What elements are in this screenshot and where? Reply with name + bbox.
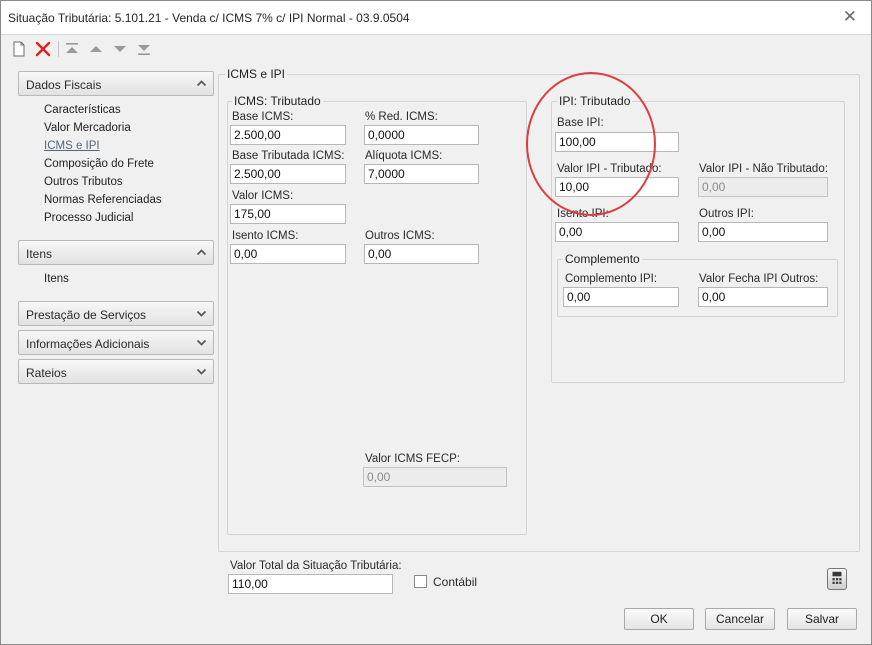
- aliquota-icms-label: Alíquota ICMS:: [365, 150, 443, 162]
- nav-item-outros-tributos[interactable]: Outros Tributos: [44, 176, 123, 188]
- valor-fecha-ipi-outros-input[interactable]: 0,00: [698, 287, 828, 307]
- nav-section-dados-fiscais[interactable]: Dados Fiscais: [18, 71, 214, 96]
- isento-ipi-input[interactable]: 0,00: [555, 222, 679, 242]
- nav-section-informacoes-adicionais[interactable]: Informações Adicionais: [18, 330, 214, 355]
- valor-ipi-nao-tributado-label: Valor IPI - Não Tributado:: [699, 163, 828, 175]
- nav-section-prestacao-servicos[interactable]: Prestação de Serviços: [18, 301, 214, 326]
- nav-section-label: Itens: [26, 247, 53, 261]
- new-document-icon[interactable]: [10, 40, 28, 58]
- chevron-up-icon: [196, 249, 207, 256]
- icms-ipi-group-title: ICMS e IPI: [225, 67, 288, 81]
- close-icon[interactable]: ✕: [843, 8, 857, 26]
- nav-item-composicao-frete[interactable]: Composição do Frete: [44, 158, 154, 170]
- title-bar: Situação Tributária: 5.101.21 - Venda c/…: [1, 1, 871, 34]
- nav-section-label: Rateios: [26, 366, 67, 380]
- icms-tributado-title: ICMS: Tributado: [232, 94, 323, 108]
- delete-icon[interactable]: [34, 40, 52, 58]
- chevron-down-icon: [196, 339, 207, 346]
- nav-item-caracteristicas[interactable]: Características: [44, 104, 121, 116]
- toolbar: [1, 34, 871, 62]
- valor-icms-fecp-input: 0,00: [363, 467, 507, 487]
- window-title: Situação Tributária: 5.101.21 - Venda c/…: [8, 11, 410, 25]
- outros-ipi-input[interactable]: 0,00: [698, 222, 828, 242]
- toolbar-separator: [58, 41, 59, 57]
- chevron-up-icon: [196, 80, 207, 87]
- valor-fecha-ipi-outros-label: Valor Fecha IPI Outros:: [699, 273, 819, 285]
- nav-section-itens[interactable]: Itens: [18, 240, 214, 265]
- nav-section-rateios[interactable]: Rateios: [18, 359, 214, 384]
- dialog-window: Situação Tributária: 5.101.21 - Venda c/…: [0, 0, 872, 645]
- valor-icms-label: Valor ICMS:: [232, 190, 294, 202]
- move-up-icon[interactable]: [87, 40, 105, 58]
- base-icms-input[interactable]: 2.500,00: [230, 125, 346, 145]
- move-down-icon[interactable]: [111, 40, 129, 58]
- cancel-button[interactable]: Cancelar: [705, 608, 775, 630]
- valor-icms-fecp-label: Valor ICMS FECP:: [365, 453, 460, 465]
- nav-section-label: Informações Adicionais: [26, 337, 150, 351]
- aliquota-icms-input[interactable]: 7,0000: [364, 164, 479, 184]
- nav-item-itens[interactable]: Itens: [44, 273, 69, 285]
- base-icms-label: Base ICMS:: [232, 111, 294, 123]
- move-first-icon[interactable]: [63, 40, 81, 58]
- contabil-checkbox[interactable]: [414, 575, 427, 588]
- chevron-down-icon: [196, 310, 207, 317]
- base-tributada-icms-label: Base Tributada ICMS:: [232, 150, 345, 162]
- nav-item-processo-judicial[interactable]: Processo Judicial: [44, 212, 133, 224]
- outros-icms-input[interactable]: 0,00: [364, 244, 479, 264]
- base-tributada-icms-input[interactable]: 2.500,00: [230, 164, 346, 184]
- complemento-title: Complemento: [563, 252, 642, 266]
- nav-section-label: Prestação de Serviços: [26, 308, 147, 322]
- nav-item-valor-mercadoria[interactable]: Valor Mercadoria: [44, 122, 131, 134]
- isento-icms-label: Isento ICMS:: [232, 230, 299, 242]
- isento-icms-input[interactable]: 0,00: [230, 244, 346, 264]
- ok-button[interactable]: OK: [624, 608, 694, 630]
- valor-ipi-nao-tributado-input: 0,00: [698, 177, 828, 197]
- chevron-down-icon: [196, 368, 207, 375]
- valor-total-label: Valor Total da Situação Tributária:: [230, 560, 402, 572]
- annotation-circle: [526, 72, 656, 216]
- save-button[interactable]: Salvar: [787, 608, 857, 630]
- move-last-icon[interactable]: [135, 40, 153, 58]
- contabil-label: Contábil: [433, 575, 478, 589]
- complemento-ipi-input[interactable]: 0,00: [563, 287, 679, 307]
- nav-item-icms-ipi[interactable]: ICMS e IPI: [44, 140, 100, 152]
- nav-section-label: Dados Fiscais: [26, 78, 102, 92]
- calculator-icon[interactable]: [827, 568, 847, 590]
- red-icms-input[interactable]: 0,0000: [364, 125, 479, 145]
- valor-total-input[interactable]: 110,00: [228, 574, 393, 594]
- nav-item-normas-referenciadas[interactable]: Normas Referenciadas: [44, 194, 162, 206]
- red-icms-label: % Red. ICMS:: [365, 111, 438, 123]
- outros-icms-label: Outros ICMS:: [365, 230, 435, 242]
- outros-ipi-label: Outros IPI:: [699, 208, 754, 220]
- valor-icms-input[interactable]: 175,00: [230, 204, 346, 224]
- complemento-ipi-label: Complemento IPI:: [565, 273, 658, 285]
